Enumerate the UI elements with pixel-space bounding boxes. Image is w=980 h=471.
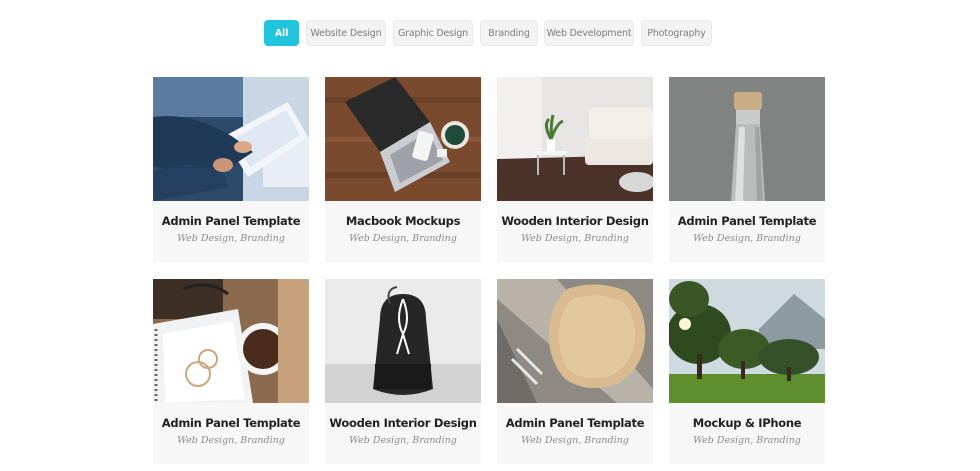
card-tags: Web Design, Branding — [521, 435, 629, 446]
coffee-notebook-photo[interactable] — [153, 279, 309, 403]
filter-photography-button[interactable]: Photography — [641, 20, 712, 46]
card-tags: Web Design, Branding — [521, 233, 629, 244]
living-room-photo[interactable] — [497, 77, 653, 201]
portfolio-card[interactable]: Admin Panel Template Web Design, Brandin… — [153, 77, 309, 262]
card-title: Wooden Interior Design — [501, 214, 649, 228]
card-tags: Web Design, Branding — [349, 435, 457, 446]
card-tags: Web Design, Branding — [177, 435, 285, 446]
card-tags: Web Design, Branding — [693, 435, 801, 446]
portfolio-card[interactable]: Macbook Mockups Web Design, Branding — [325, 77, 481, 262]
card-tags: Web Design, Branding — [349, 233, 457, 244]
portfolio-card[interactable]: Mockup & IPhone Web Design, Branding — [669, 279, 825, 464]
portfolio-card[interactable]: Wooden Interior Design Web Design, Brand… — [325, 279, 481, 464]
filter-web-development-button[interactable]: Web Development — [544, 20, 634, 46]
card-title: Macbook Mockups — [345, 214, 461, 228]
filter-all-button[interactable]: All — [264, 20, 299, 46]
wooden-sign-photo[interactable] — [497, 279, 653, 403]
portfolio-card[interactable]: Admin Panel Template Web Design, Brandin… — [497, 279, 653, 464]
card-title: Wooden Interior Design — [329, 416, 477, 430]
card-tags: Web Design, Branding — [693, 233, 801, 244]
backpack-photo[interactable] — [325, 279, 481, 403]
card-title: Mockup & IPhone — [692, 416, 802, 430]
filter-graphic-design-button[interactable]: Graphic Design — [393, 20, 473, 46]
card-title: Admin Panel Template — [161, 214, 301, 228]
card-title: Admin Panel Template — [677, 214, 817, 228]
portfolio-filter-bar: All Website Design Graphic Design Brandi… — [0, 20, 980, 46]
tablet-hands-photo[interactable] — [153, 77, 309, 201]
card-title: Admin Panel Template — [161, 416, 301, 430]
card-tags: Web Design, Branding — [177, 233, 285, 244]
glass-bottle-photo[interactable] — [669, 77, 825, 201]
card-title: Admin Panel Template — [505, 416, 645, 430]
portfolio-card[interactable]: Admin Panel Template Web Design, Brandin… — [669, 77, 825, 262]
portfolio-card[interactable]: Wooden Interior Design Web Design, Brand… — [497, 77, 653, 262]
filter-branding-button[interactable]: Branding — [480, 20, 538, 46]
laptop-desk-photo[interactable] — [325, 77, 481, 201]
portfolio-card[interactable]: Admin Panel Template Web Design, Brandin… — [153, 279, 309, 464]
filter-website-design-button[interactable]: Website Design — [306, 20, 386, 46]
park-trees-photo[interactable] — [669, 279, 825, 403]
